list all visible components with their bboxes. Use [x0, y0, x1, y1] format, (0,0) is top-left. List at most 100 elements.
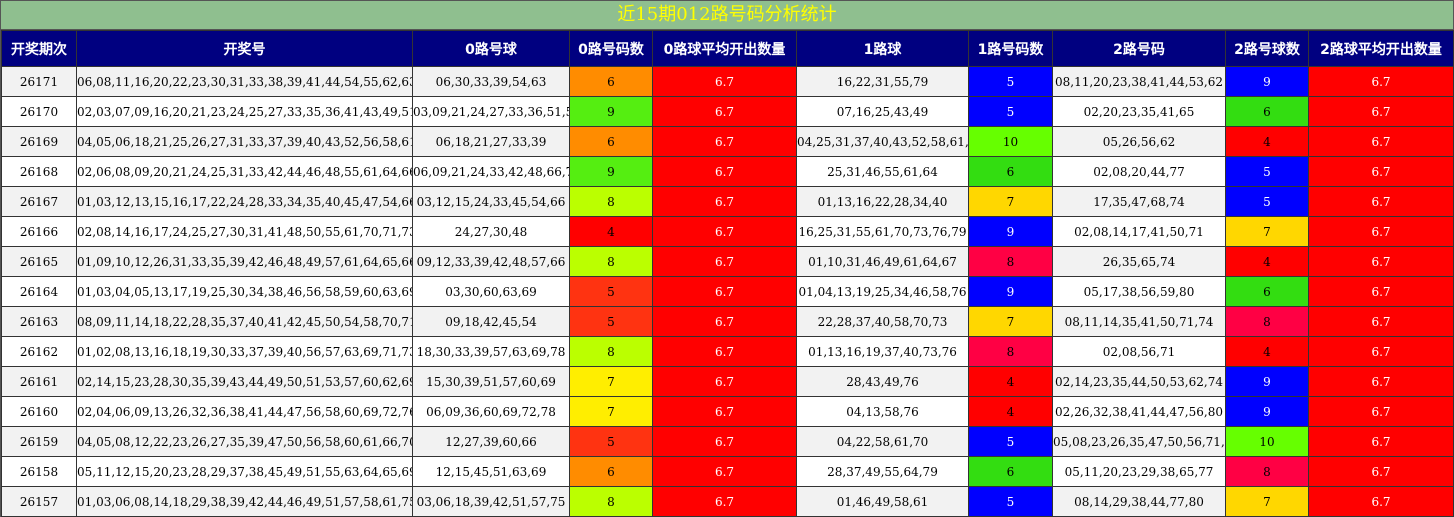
- route2-count-cell: 6: [1225, 96, 1309, 127]
- route0-balls-cell: 03,06,18,39,42,51,57,75: [412, 486, 570, 517]
- route0-balls-cell: 18,30,33,39,57,63,69,78: [412, 336, 570, 367]
- route2-count-cell: 9: [1225, 396, 1309, 427]
- route0-balls-cell: 03,30,60,63,69: [412, 276, 570, 307]
- route2-balls-cell: 08,11,20,23,38,41,44,53,62: [1052, 66, 1226, 97]
- route0-count-cell: 6: [569, 66, 653, 97]
- numbers-cell: 05,11,12,15,20,23,28,29,37,38,45,49,51,5…: [76, 456, 413, 487]
- numbers-cell: 02,14,15,23,28,30,35,39,43,44,49,50,51,5…: [76, 366, 413, 397]
- route0-count-cell: 8: [569, 486, 653, 517]
- route0-count-cell: 9: [569, 156, 653, 187]
- route1-balls-cell: 22,28,37,40,58,70,73: [796, 306, 969, 337]
- page-title: 近15期012路号码分析统计: [1, 1, 1453, 30]
- table-body: 26171 06,08,11,16,20,22,23,30,31,33,38,39…: [1, 66, 1454, 517]
- route1-balls-cell: 01,10,31,46,49,61,64,67: [796, 246, 969, 277]
- route2-avg-cell: 6.7: [1308, 66, 1454, 97]
- route2-count-cell: 4: [1225, 246, 1309, 277]
- table-row: 26166 02,08,14,16,17,24,25,27,30,31,41,48…: [1, 216, 1454, 247]
- header-route1-balls: 1路球: [796, 30, 969, 67]
- route1-count-cell: 5: [968, 96, 1053, 127]
- route0-avg-cell: 6.7: [652, 486, 797, 517]
- route2-avg-cell: 6.7: [1308, 366, 1454, 397]
- route1-count-cell: 6: [968, 456, 1053, 487]
- route1-count-cell: 5: [968, 486, 1053, 517]
- numbers-cell: 02,03,07,09,16,20,21,23,24,25,27,33,35,3…: [76, 96, 413, 127]
- route2-avg-cell: 6.7: [1308, 306, 1454, 337]
- route2-balls-cell: 26,35,65,74: [1052, 246, 1226, 277]
- route0-count-cell: 7: [569, 396, 653, 427]
- route0-avg-cell: 6.7: [652, 216, 797, 247]
- route0-count-cell: 6: [569, 126, 653, 157]
- header-route2-count: 2路号球数: [1225, 30, 1309, 67]
- table-row: 26168 02,06,08,09,20,21,24,25,31,33,42,44…: [1, 156, 1454, 187]
- route0-balls-cell: 12,15,45,51,63,69: [412, 456, 570, 487]
- table-row: 26161 02,14,15,23,28,30,35,39,43,44,49,50…: [1, 366, 1454, 397]
- route1-count-cell: 10: [968, 126, 1053, 157]
- route2-balls-cell: 08,11,14,35,41,50,71,74: [1052, 306, 1226, 337]
- route2-count-cell: 5: [1225, 156, 1309, 187]
- route2-balls-cell: 02,08,14,17,41,50,71: [1052, 216, 1226, 247]
- header-route0-avg: 0路球平均开出数量: [652, 30, 797, 67]
- table-row: 26157 01,03,06,08,14,18,29,38,39,42,44,46…: [1, 486, 1454, 517]
- route2-avg-cell: 6.7: [1308, 186, 1454, 217]
- header-route0-count: 0路号码数: [569, 30, 653, 67]
- route2-count-cell: 5: [1225, 186, 1309, 217]
- route1-balls-cell: 25,31,46,55,61,64: [796, 156, 969, 187]
- route2-balls-cell: 05,26,56,62: [1052, 126, 1226, 157]
- numbers-cell: 01,02,08,13,16,18,19,30,33,37,39,40,56,5…: [76, 336, 413, 367]
- route0-avg-cell: 6.7: [652, 66, 797, 97]
- route0-count-cell: 5: [569, 306, 653, 337]
- route1-balls-cell: 01,13,16,19,37,40,73,76: [796, 336, 969, 367]
- route2-balls-cell: 08,14,29,38,44,77,80: [1052, 486, 1226, 517]
- header-numbers: 开奖号: [76, 30, 413, 67]
- route2-balls-cell: 17,35,47,68,74: [1052, 186, 1226, 217]
- issue-cell: 26165: [1, 246, 77, 277]
- route0-avg-cell: 6.7: [652, 246, 797, 277]
- route0-avg-cell: 6.7: [652, 126, 797, 157]
- route1-balls-cell: 16,22,31,55,79: [796, 66, 969, 97]
- numbers-cell: 04,05,06,18,21,25,26,27,31,33,37,39,40,4…: [76, 126, 413, 157]
- route1-count-cell: 8: [968, 246, 1053, 277]
- route0-avg-cell: 6.7: [652, 396, 797, 427]
- route2-avg-cell: 6.7: [1308, 486, 1454, 517]
- route2-count-cell: 4: [1225, 336, 1309, 367]
- route0-count-cell: 5: [569, 276, 653, 307]
- route0-balls-cell: 03,12,15,24,33,45,54,66: [412, 186, 570, 217]
- route2-balls-cell: 02,08,56,71: [1052, 336, 1226, 367]
- header-row: 开奖期次 开奖号 0路号球 0路号码数 0路球平均开出数量 1路球 1路号码数 …: [1, 30, 1454, 67]
- route2-balls-cell: 02,14,23,35,44,50,53,62,74: [1052, 366, 1226, 397]
- route0-count-cell: 8: [569, 186, 653, 217]
- issue-cell: 26163: [1, 306, 77, 337]
- table-row: 26170 02,03,07,09,16,20,21,23,24,25,27,33…: [1, 96, 1454, 127]
- route0-balls-cell: 06,09,21,24,33,42,48,66,72: [412, 156, 570, 187]
- route1-count-cell: 8: [968, 336, 1053, 367]
- route2-balls-cell: 05,17,38,56,59,80: [1052, 276, 1226, 307]
- table-row: 26160 02,04,06,09,13,26,32,36,38,41,44,47…: [1, 396, 1454, 427]
- numbers-cell: 04,05,08,12,22,23,26,27,35,39,47,50,56,5…: [76, 426, 413, 457]
- issue-cell: 26157: [1, 486, 77, 517]
- route0-count-cell: 5: [569, 426, 653, 457]
- table-row: 26159 04,05,08,12,22,23,26,27,35,39,47,50…: [1, 426, 1454, 457]
- route2-avg-cell: 6.7: [1308, 456, 1454, 487]
- route2-count-cell: 9: [1225, 66, 1309, 97]
- route2-avg-cell: 6.7: [1308, 156, 1454, 187]
- header-route1-count: 1路号码数: [968, 30, 1053, 67]
- route0-balls-cell: 09,12,33,39,42,48,57,66: [412, 246, 570, 277]
- numbers-cell: 08,09,11,14,18,22,28,35,37,40,41,42,45,5…: [76, 306, 413, 337]
- route0-avg-cell: 6.7: [652, 96, 797, 127]
- header-route2-avg: 2路球平均开出数量: [1308, 30, 1454, 67]
- route2-avg-cell: 6.7: [1308, 246, 1454, 277]
- route2-count-cell: 8: [1225, 456, 1309, 487]
- route2-avg-cell: 6.7: [1308, 396, 1454, 427]
- numbers-cell: 02,06,08,09,20,21,24,25,31,33,42,44,46,4…: [76, 156, 413, 187]
- stats-table: 开奖期次 开奖号 0路号球 0路号码数 0路球平均开出数量 1路球 1路号码数 …: [1, 30, 1454, 517]
- route2-balls-cell: 05,11,20,23,29,38,65,77: [1052, 456, 1226, 487]
- route0-avg-cell: 6.7: [652, 426, 797, 457]
- issue-cell: 26171: [1, 66, 77, 97]
- header-route0-balls: 0路号球: [412, 30, 570, 67]
- header-issue: 开奖期次: [1, 30, 77, 67]
- issue-cell: 26167: [1, 186, 77, 217]
- route2-avg-cell: 6.7: [1308, 126, 1454, 157]
- route0-avg-cell: 6.7: [652, 336, 797, 367]
- route1-balls-cell: 07,16,25,43,49: [796, 96, 969, 127]
- numbers-cell: 01,03,04,05,13,17,19,25,30,34,38,46,56,5…: [76, 276, 413, 307]
